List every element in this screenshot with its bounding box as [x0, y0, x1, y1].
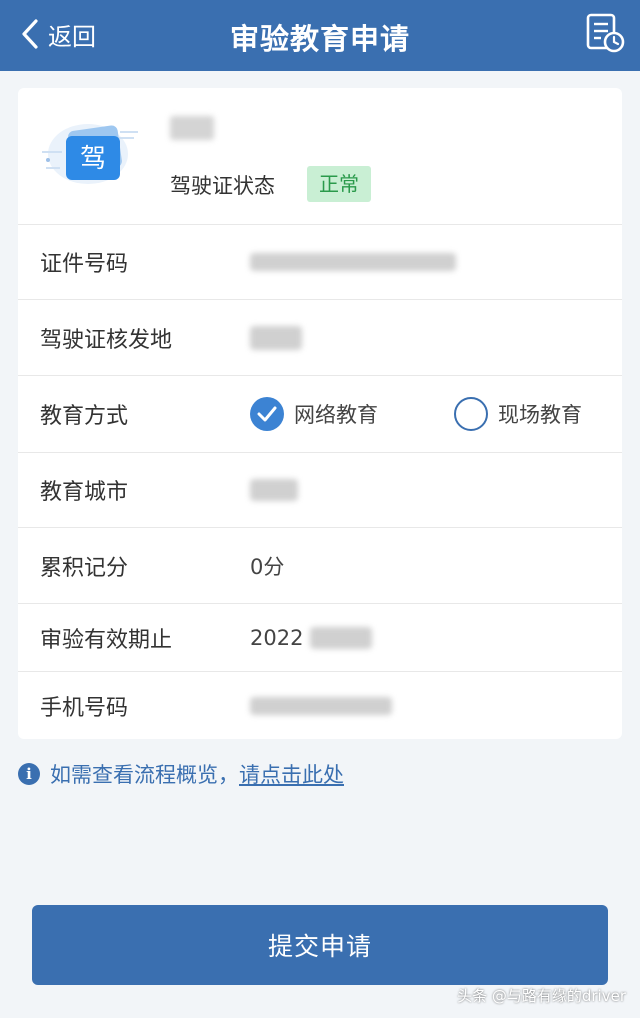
- submit-button[interactable]: 提交申请: [32, 905, 608, 985]
- row-education-city[interactable]: 教育城市: [18, 453, 622, 528]
- radio-online-label: 网络教育: [294, 403, 378, 427]
- process-tip: i 如需查看流程概览， 请点击此处: [18, 760, 344, 788]
- driver-license-icon: 驾: [42, 124, 138, 184]
- phone-label: 手机号码: [40, 695, 129, 721]
- points-label: 累积记分: [40, 555, 129, 581]
- id-number-redacted: [250, 253, 456, 271]
- svg-text:驾: 驾: [80, 144, 106, 174]
- view-process-link[interactable]: 请点击此处: [239, 759, 344, 789]
- radio-onsite-education[interactable]: 现场教育: [454, 394, 582, 434]
- application-card: 驾 驾驶证状态 正常 证件号码 驾驶证核发地 教育方式 网络教育 现场教育 教育…: [18, 88, 622, 739]
- status-badge: 正常: [307, 166, 371, 202]
- page-title: 审验教育申请: [229, 22, 410, 56]
- education-method-radio-group: 网络教育 现场教育: [250, 394, 610, 434]
- row-education-method: 教育方式 网络教育 现场教育: [18, 376, 622, 453]
- info-icon: i: [18, 763, 40, 785]
- radio-onsite-label: 现场教育: [498, 403, 582, 427]
- document-clock-icon[interactable]: [584, 12, 626, 54]
- issue-place-label: 驾驶证核发地: [40, 327, 173, 353]
- row-points: 累积记分 0分: [18, 528, 622, 604]
- valid-until-label: 审验有效期止: [40, 627, 173, 653]
- license-profile: 驾 驾驶证状态 正常: [18, 88, 622, 225]
- education-city-label: 教育城市: [40, 480, 129, 505]
- row-valid-until: 审验有效期止 2022: [18, 604, 622, 672]
- holder-name-redacted: [170, 116, 214, 140]
- education-city-redacted: [250, 479, 298, 501]
- tip-text: 如需查看流程概览，: [50, 763, 239, 787]
- row-issue-place: 驾驶证核发地: [18, 300, 622, 376]
- row-phone: 手机号码: [18, 672, 622, 739]
- id-number-label: 证件号码: [40, 252, 129, 277]
- radio-online-education[interactable]: 网络教育: [250, 394, 378, 434]
- header-bar: 返回 审验教育申请: [0, 0, 640, 71]
- valid-until-value: 2022: [250, 625, 304, 650]
- issue-place-redacted: [250, 325, 302, 350]
- points-value: 0分: [250, 554, 285, 579]
- license-status-label: 驾驶证状态: [170, 174, 275, 198]
- row-id-number: 证件号码: [18, 225, 622, 300]
- education-method-label: 教育方式: [40, 404, 129, 429]
- phone-redacted: [250, 696, 392, 715]
- checkmark-icon: [250, 397, 284, 431]
- watermark: 头条 @与路有缘的driver: [457, 987, 626, 1005]
- radio-empty-icon: [454, 397, 488, 431]
- valid-until-redacted: [310, 626, 372, 649]
